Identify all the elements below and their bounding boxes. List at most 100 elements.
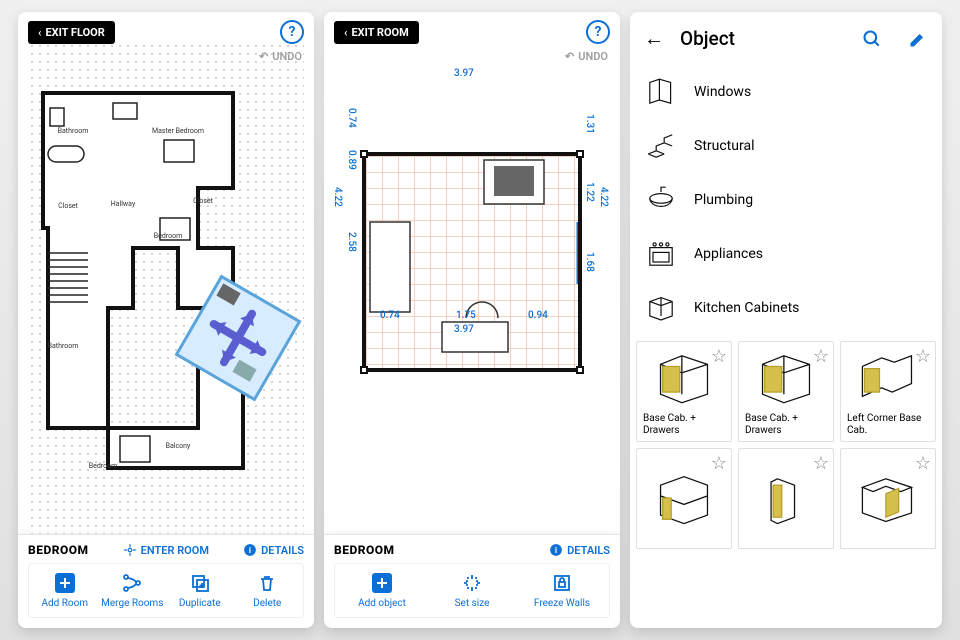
category-label: Structural xyxy=(694,138,754,154)
merge-icon xyxy=(121,572,143,594)
action-label: Set size xyxy=(455,598,490,609)
favorite-button[interactable]: ☆ xyxy=(915,453,931,474)
room-label: Balcony xyxy=(166,442,191,450)
bottom-bar: BEDROOM i DETAILS Add object Set size Fr… xyxy=(324,534,620,628)
room-label: Closet xyxy=(58,202,79,210)
room-label: Bedroom xyxy=(89,462,117,470)
add-object-button[interactable]: Add object xyxy=(337,572,427,609)
action-label: Merge Rooms xyxy=(101,598,163,609)
favorite-button[interactable]: ☆ xyxy=(711,346,727,367)
room-outline[interactable] xyxy=(362,152,582,372)
dimension-label: 0.89 xyxy=(346,150,357,170)
category-structural[interactable]: Structural xyxy=(644,119,928,173)
lock-icon xyxy=(551,572,573,594)
back-button[interactable]: ← xyxy=(644,26,664,51)
info-icon: i xyxy=(549,543,563,557)
category-plumbing[interactable]: Plumbing xyxy=(644,173,928,227)
trash-icon xyxy=(256,572,278,594)
dimension-label: 2.58 xyxy=(346,232,357,252)
svg-text:i: i xyxy=(249,545,251,555)
object-card[interactable]: ☆ Left Corner Base Cab. xyxy=(840,341,936,442)
object-grid: ☆ Base Cab. + Drawers ☆ Base Cab. + Draw… xyxy=(630,335,942,555)
stairs-icon xyxy=(644,129,678,163)
floor-editor-panel: ‹ EXIT FLOOR ? ↶ UNDO xyxy=(18,12,314,628)
edit-icon[interactable] xyxy=(908,29,928,49)
duplicate-button[interactable]: Duplicate xyxy=(166,572,234,609)
exit-label: EXIT ROOM xyxy=(351,26,408,39)
exit-room-button[interactable]: ‹ EXIT ROOM xyxy=(334,21,419,44)
room-name: BEDROOM xyxy=(334,543,395,557)
info-icon: i xyxy=(243,543,257,557)
dimension-label: 3.97 xyxy=(454,68,474,79)
exit-floor-button[interactable]: ‹ EXIT FLOOR xyxy=(28,21,115,44)
dimension-label: 0.94 xyxy=(528,310,548,321)
dimension-label: 4.22 xyxy=(598,187,609,207)
header: ← Object xyxy=(630,12,942,65)
action-label: Duplicate xyxy=(179,598,221,609)
favorite-button[interactable]: ☆ xyxy=(813,453,829,474)
header: ‹ EXIT FLOOR ? xyxy=(18,12,314,52)
resize-icon xyxy=(461,572,483,594)
room-label: Master Bedroom xyxy=(152,127,204,135)
floorplan-canvas[interactable]: Bathroom Master Bedroom Closet Hallway C… xyxy=(18,12,314,534)
object-card[interactable]: ☆ Base Cab. + Drawers xyxy=(636,341,732,442)
search-icon[interactable] xyxy=(862,29,882,49)
enter-room-label: ENTER ROOM xyxy=(141,544,209,557)
cabinet-icon xyxy=(644,291,678,325)
object-card[interactable]: ☆ Base Cab. + Drawers xyxy=(738,341,834,442)
room-label: Bedroom xyxy=(154,232,182,240)
details-button[interactable]: i DETAILS xyxy=(549,543,610,557)
object-card[interactable]: ☆ xyxy=(738,448,834,549)
favorite-button[interactable]: ☆ xyxy=(711,453,727,474)
category-label: Windows xyxy=(694,84,751,100)
category-label: Kitchen Cabinets xyxy=(694,300,799,316)
dimension-label: 0.74 xyxy=(380,310,400,321)
enter-room-button[interactable]: ENTER ROOM xyxy=(123,543,209,557)
page-title: Object xyxy=(680,27,846,50)
object-card[interactable]: ☆ xyxy=(840,448,936,549)
details-label: DETAILS xyxy=(261,544,304,557)
help-icon[interactable]: ? xyxy=(280,20,304,44)
object-card[interactable]: ☆ xyxy=(636,448,732,549)
object-name: Base Cab. + Drawers xyxy=(739,409,833,441)
room-canvas[interactable]: 3.97 3.97 0.74 0.89 2.58 4.22 1.31 1.22 … xyxy=(324,12,620,534)
plus-icon xyxy=(371,572,393,594)
windows-icon xyxy=(644,75,678,109)
room-name: BEDROOM xyxy=(28,543,89,557)
favorite-button[interactable]: ☆ xyxy=(915,346,931,367)
chevron-left-icon: ‹ xyxy=(38,26,41,39)
category-kitchen-cabinets[interactable]: Kitchen Cabinets xyxy=(644,281,928,335)
dimension-label: 1.75 xyxy=(456,310,476,321)
object-browser-panel: ← Object Windows Structural Plumbing App… xyxy=(630,12,942,628)
add-room-button[interactable]: Add Room xyxy=(31,572,99,609)
details-label: DETAILS xyxy=(567,544,610,557)
freeze-walls-button[interactable]: Freeze Walls xyxy=(517,572,607,609)
crosshair-icon xyxy=(123,543,137,557)
dimension-label: 3.97 xyxy=(454,324,474,335)
stove-icon xyxy=(644,237,678,271)
exit-label: EXIT FLOOR xyxy=(45,26,104,39)
dimension-label: 1.22 xyxy=(584,182,595,202)
room-label: Bathroom xyxy=(48,342,79,350)
svg-text:i: i xyxy=(555,545,557,555)
object-name: Left Corner Base Cab. xyxy=(841,409,935,441)
room-label: Bathroom xyxy=(58,127,89,135)
category-windows[interactable]: Windows xyxy=(644,65,928,119)
action-label: Freeze Walls xyxy=(534,598,590,609)
merge-rooms-button[interactable]: Merge Rooms xyxy=(99,572,167,609)
category-appliances[interactable]: Appliances xyxy=(644,227,928,281)
room-editor-panel: ‹ EXIT ROOM ? ↶ UNDO xyxy=(324,12,620,628)
duplicate-icon xyxy=(189,572,211,594)
action-label: Delete xyxy=(253,598,281,609)
category-label: Appliances xyxy=(694,246,763,262)
dimension-label: 1.68 xyxy=(584,252,595,272)
help-icon[interactable]: ? xyxy=(586,20,610,44)
dimension-label: 1.31 xyxy=(584,114,595,134)
room-label: Hallway xyxy=(111,200,136,208)
favorite-button[interactable]: ☆ xyxy=(813,346,829,367)
details-button[interactable]: i DETAILS xyxy=(243,543,304,557)
delete-button[interactable]: Delete xyxy=(234,572,302,609)
set-size-button[interactable]: Set size xyxy=(427,572,517,609)
action-label: Add object xyxy=(358,598,406,609)
chevron-left-icon: ‹ xyxy=(344,26,347,39)
